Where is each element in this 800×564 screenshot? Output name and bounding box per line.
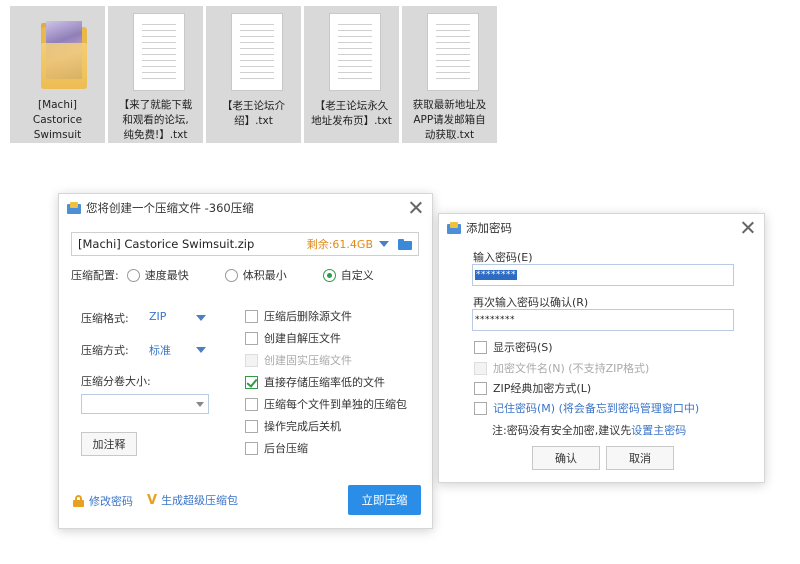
combo-arrow-icon[interactable]: [196, 402, 204, 407]
folder-item[interactable]: [Machi] Castorice Swimsuit: [10, 6, 105, 143]
checkbox: [474, 381, 487, 395]
super-package-link[interactable]: V 生成超级压缩包: [147, 492, 238, 508]
show-password-checkbox[interactable]: 显示密码(S): [474, 339, 553, 355]
dialog-titlebar[interactable]: 添加密码: [439, 214, 764, 242]
set-master-password-link[interactable]: 设置主密码: [631, 424, 686, 437]
text-file-item[interactable]: 【老王论坛介 绍】.txt: [206, 6, 301, 143]
dialog-title: 添加密码: [466, 221, 512, 235]
text-file-icon: [426, 13, 479, 91]
add-comment-button[interactable]: 加注释: [81, 432, 137, 456]
360-zip-icon: [67, 202, 81, 214]
radio-icon: [126, 268, 140, 282]
format-label: 压缩格式:: [81, 312, 129, 325]
text-file-item[interactable]: 获取最新地址及 APP请发邮箱自 动获取.txt: [402, 6, 497, 143]
split-size-combo[interactable]: [81, 394, 209, 414]
method-select[interactable]: 标准: [149, 342, 171, 358]
archive-filename[interactable]: [Machi] Castorice Swimsuit.zip: [78, 237, 307, 251]
text-file-icon: [328, 13, 381, 91]
checkbox: [245, 353, 258, 367]
method-label: 压缩方式:: [81, 344, 129, 357]
option-shutdown[interactable]: 操作完成后关机: [245, 418, 341, 434]
format-dropdown-icon[interactable]: [196, 315, 206, 321]
checkbox: [245, 309, 258, 323]
checkbox: [245, 397, 258, 411]
compress-now-button[interactable]: 立即压缩: [348, 485, 421, 515]
checkbox: [245, 441, 258, 455]
folder-icon: [35, 13, 87, 90]
format-select[interactable]: ZIP: [149, 310, 166, 323]
confirm-password-label: 再次输入密码以确认(R): [473, 296, 589, 309]
checkbox: [245, 419, 258, 433]
checkbox: [474, 340, 487, 354]
method-dropdown-icon[interactable]: [196, 347, 206, 353]
cancel-button[interactable]: 取消: [606, 446, 674, 470]
file-label: 【老王论坛介 绍】.txt: [222, 100, 285, 127]
text-file-icon: [230, 13, 283, 91]
password-value: ********: [475, 270, 517, 280]
option-solid-archive: 创建固实压缩文件: [245, 352, 352, 368]
text-file-item[interactable]: 【来了就能下载 和观看的论坛, 纯免费!】.txt: [108, 6, 203, 143]
radio-icon: [224, 268, 238, 282]
checkbox: [474, 361, 487, 375]
config-row: 压缩配置: 速度最快 体积最小 自定义: [71, 267, 374, 283]
option-store-low-ratio[interactable]: 直接存储压缩率低的文件: [245, 374, 385, 390]
security-note: 注:密码没有安全加密,建议先设置主密码: [492, 424, 687, 437]
checkbox-checked: [245, 375, 258, 389]
text-file-item[interactable]: 【老王论坛永久 地址发布页】.txt: [304, 6, 399, 143]
file-label: 【老王论坛永久 地址发布页】.txt: [311, 100, 392, 127]
encrypt-filenames-checkbox: 加密文件名(N) (不支持ZIP格式): [474, 360, 649, 376]
file-label: 获取最新地址及 APP请发邮箱自 动获取.txt: [412, 99, 487, 141]
close-icon[interactable]: [409, 200, 423, 214]
radio-custom[interactable]: 自定义: [322, 267, 374, 283]
checkbox: [245, 331, 258, 345]
option-self-extract[interactable]: 创建自解压文件: [245, 330, 341, 346]
free-space-label: 剩余:61.4GB: [306, 238, 373, 251]
split-size-label: 压缩分卷大小:: [81, 375, 151, 388]
password-label: 输入密码(E): [473, 251, 533, 264]
password-input[interactable]: ********: [472, 264, 734, 286]
file-label: 【来了就能下载 和观看的论坛, 纯免费!】.txt: [118, 99, 193, 141]
option-separate-archives[interactable]: 压缩每个文件到单独的压缩包: [245, 396, 407, 412]
radio-smallest[interactable]: 体积最小: [224, 267, 287, 283]
dropdown-arrow-icon[interactable]: [379, 241, 389, 247]
text-file-icon: [132, 13, 185, 91]
file-label: [Machi] Castorice Swimsuit: [32, 99, 83, 141]
password-dialog: 添加密码 输入密码(E) ******** 再次输入密码以确认(R) *****…: [438, 213, 765, 483]
archive-path-field[interactable]: [Machi] Castorice Swimsuit.zip 剩余:61.4GB: [71, 232, 419, 256]
zip-classic-encryption-checkbox[interactable]: ZIP经典加密方式(L): [474, 380, 591, 396]
radio-selected-icon: [322, 268, 336, 282]
option-background[interactable]: 后台压缩: [245, 440, 308, 456]
lock-icon: [73, 495, 84, 507]
change-password-link[interactable]: 修改密码: [73, 493, 133, 509]
confirm-password-input[interactable]: ********: [472, 309, 734, 331]
file-list: [Machi] Castorice Swimsuit 【来了就能下载 和观看的论…: [10, 6, 497, 143]
360-zip-icon: [447, 222, 461, 234]
checkbox: [474, 401, 487, 415]
dialog-title: 您将创建一个压缩文件 -360压缩: [86, 201, 254, 215]
v-badge-icon: V: [147, 492, 158, 508]
browse-folder-icon[interactable]: [398, 238, 412, 250]
confirm-button[interactable]: 确认: [532, 446, 600, 470]
dialog-titlebar[interactable]: 您将创建一个压缩文件 -360压缩: [59, 194, 432, 222]
option-delete-source[interactable]: 压缩后删除源文件: [245, 308, 352, 324]
config-label: 压缩配置:: [71, 269, 119, 282]
compress-dialog: 您将创建一个压缩文件 -360压缩 [Machi] Castorice Swim…: [58, 193, 433, 529]
confirm-password-value: ********: [475, 315, 515, 325]
remember-password-checkbox[interactable]: 记住密码(M) (将会备忘到密码管理窗口中): [474, 400, 699, 416]
radio-fastest[interactable]: 速度最快: [126, 267, 189, 283]
close-icon[interactable]: [741, 220, 755, 234]
